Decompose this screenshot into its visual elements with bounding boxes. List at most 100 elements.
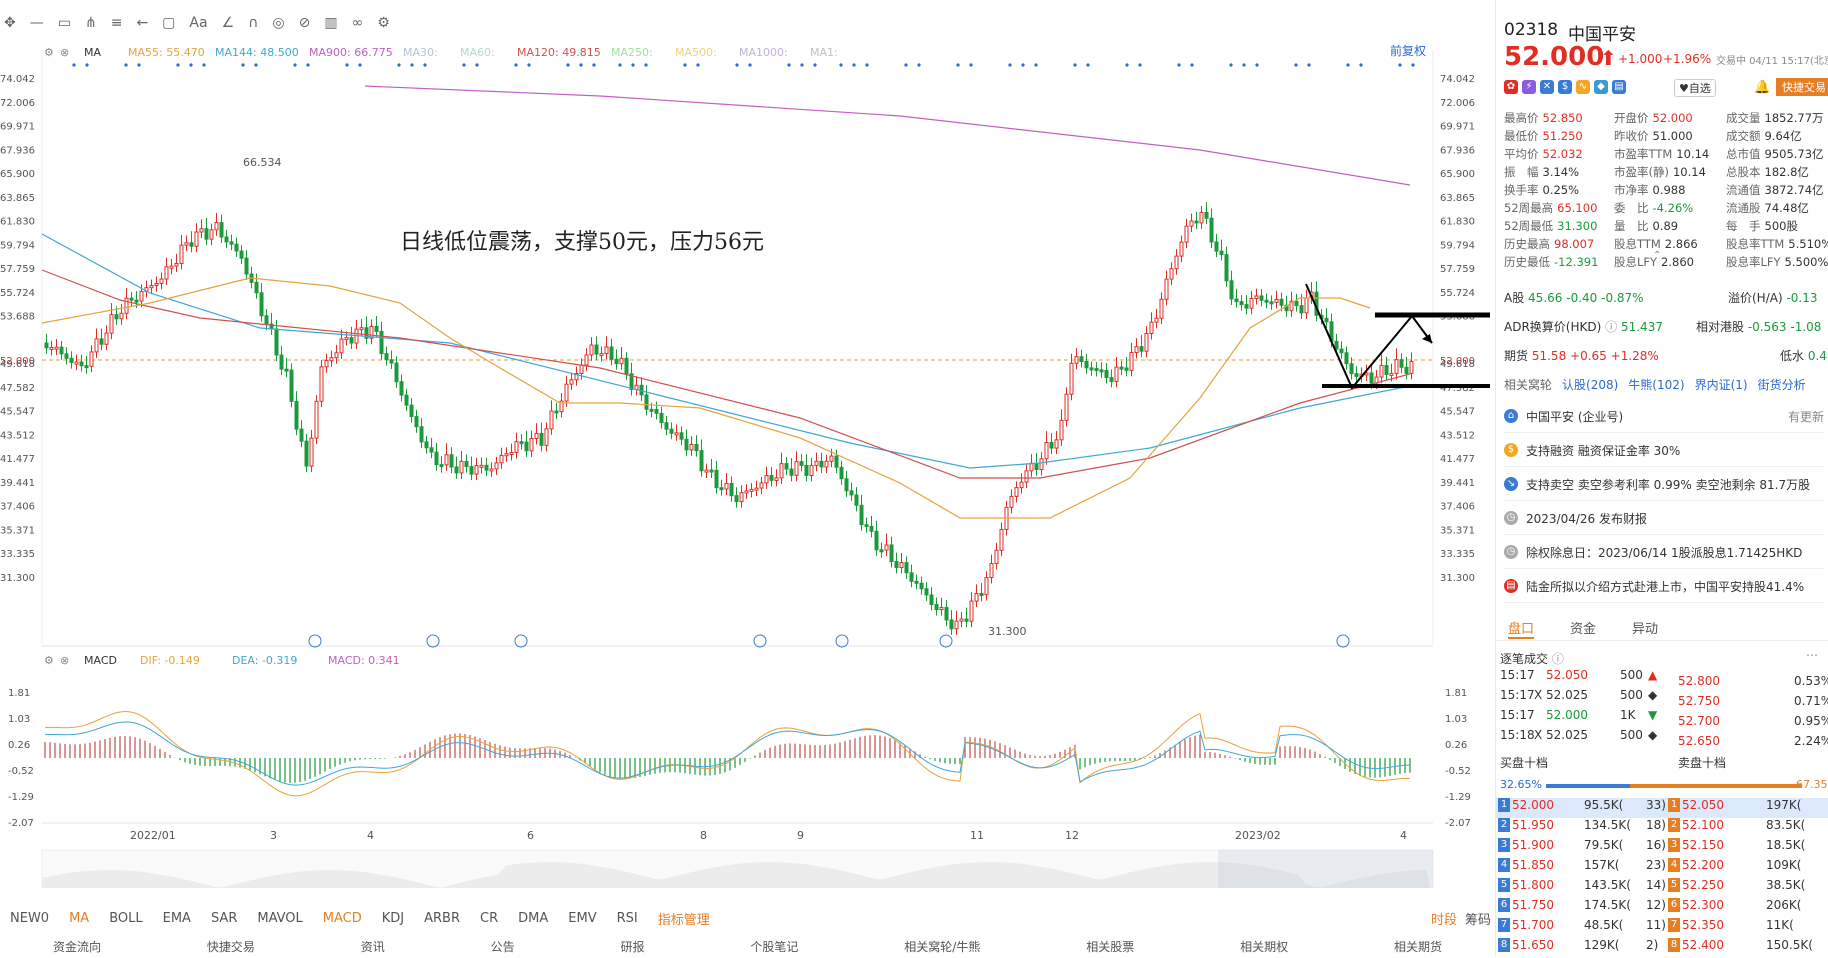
bottom-tab[interactable]: 相关期权 [1240,938,1288,956]
orderbook-row[interactable]: 4 51.850 157K(23) 4 52.200 109K( [1496,858,1828,878]
event-marker[interactable] [308,634,322,648]
indicator-tab-new0[interactable]: NEW0 [0,911,59,926]
info-icon[interactable]: ⓘ [1552,652,1564,666]
related-link[interactable]: 界内证(1) [1695,376,1748,393]
indicator-tab-rsi[interactable]: RSI [607,911,648,926]
trash-icon[interactable]: ▥ [324,15,337,31]
indicator-tab-cr[interactable]: CR [470,911,508,926]
bottom-tab[interactable]: 公告 [491,938,515,956]
related-link[interactable]: 认股(208) [1562,376,1618,393]
candle-body [409,404,414,418]
kline-svg[interactable]: ⚙ ⊗ MA MA55: 55.470 MA144: 48.500 MA900: 66.7… [0,38,1495,888]
close-icon[interactable]: ⊗ [60,46,69,59]
bottom-tab[interactable]: 相关窝轮/牛熊 [904,938,980,956]
panel-tab[interactable]: 资金 [1570,618,1596,639]
chart-mode-0[interactable]: 时段 [1427,909,1461,928]
orderbook-cell: 18.5K( [1766,838,1806,852]
orderbook-row[interactable]: 7 51.700 48.5K(11) 7 52.350 11K( [1496,918,1828,938]
arrow-icon[interactable]: ← [136,15,148,31]
brush-icon[interactable]: ∠ [222,15,235,31]
indicator-tab-boll[interactable]: BOLL [99,911,152,926]
ma-legend-item[interactable]: MA55: 55.470 [128,46,205,59]
overview-window[interactable] [1218,850,1433,888]
magnet-icon[interactable]: ∩ [248,15,258,31]
price-tick-right: 72.006 [1440,98,1475,109]
indicator-tab-kdj[interactable]: KDJ [372,911,414,926]
fib-icon[interactable]: ≡ [111,15,123,31]
info-item[interactable]: ◷ 2023/04/26 发布财报 [1504,502,1824,535]
rect-icon[interactable]: ▭ [58,15,71,31]
info-item[interactable]: ↘ 支持卖空 卖空参考利率 0.99% 卖空池剩余 81.7万股 [1504,468,1824,501]
macd-close-icon[interactable]: ⊗ [60,654,69,667]
event-marker[interactable] [426,634,440,648]
bottom-tab[interactable]: 快捷交易 [207,938,255,956]
orderbook-row[interactable]: 2 51.950 134.5K(18) 2 52.100 83.5K( [1496,818,1828,838]
info-item[interactable]: $ 支持融资 融资保证金率 30% [1504,434,1824,467]
chart-mode-1[interactable]: 筹码 [1461,909,1495,928]
ma-legend-item[interactable]: MA60: [460,46,495,59]
info-item[interactable]: ▤ 陆金所拟以介绍方式赴港上市，中国平安持股41.4% [1504,570,1824,603]
ma-legend-item[interactable]: MA30: [403,46,438,59]
indicator-tab-dma[interactable]: DMA [508,911,558,926]
bottom-tab[interactable]: 相关期货 [1394,938,1442,956]
event-marker[interactable] [753,634,767,648]
ma-legend-item[interactable]: MA120: 49.815 [517,46,601,59]
indicator-tab-emv[interactable]: EMV [558,911,606,926]
text-tool-button[interactable]: Aa [189,15,207,31]
bell-icon[interactable]: 🔔 [1754,80,1770,95]
panel-tab[interactable]: 盘口 [1508,618,1535,639]
chevron-up-icon[interactable]: ⌃ [1653,250,1661,261]
link-icon[interactable]: ∞ [352,15,364,31]
panel-tab[interactable]: 异动 [1632,618,1658,639]
indicator-tab-ema[interactable]: EMA [153,911,201,926]
bottom-tab[interactable]: 资讯 [361,938,385,956]
bottom-tab[interactable]: 个股笔记 [750,938,798,956]
quick-trade-button[interactable]: 快捷交易 [1776,78,1828,96]
bottom-tab[interactable]: 相关股票 [1086,938,1134,956]
eye-icon[interactable]: ⊘ [299,15,311,31]
settings-icon[interactable]: ⚙ [44,46,54,59]
bottom-tab[interactable]: 研报 [621,938,645,956]
line-icon[interactable]: — [30,15,44,31]
orderbook-row[interactable]: 6 51.750 174.5K(12) 6 52.300 206K( [1496,898,1828,918]
indicator-tab-arbr[interactable]: ARBR [414,911,470,926]
ma-legend-item[interactable]: MA900: 66.775 [309,46,393,59]
kline-chart[interactable]: ⚙ ⊗ MA MA55: 55.470 MA144: 48.500 MA900: 66.7… [0,38,1495,888]
bottom-tab[interactable]: 资金流向 [53,938,101,956]
indicator-tab-ma[interactable]: MA [59,911,99,926]
event-marker[interactable] [514,634,528,648]
price-tick-left: 33.335 [0,549,35,560]
info-item[interactable]: ⌂ 中国平安 (企业号) 有更新 [1504,400,1824,433]
ma-legend-item[interactable]: MA1000: [739,46,788,59]
indicator-tab-macd[interactable]: MACD [313,911,372,926]
ma-legend-item[interactable]: MA1: [810,46,838,59]
adjust-mode-button[interactable]: 前复权 [1390,42,1426,59]
move-icon[interactable]: ✥ [4,15,16,31]
orderbook-row[interactable]: 3 51.900 79.5K(16) 3 52.150 18.5K( [1496,838,1828,858]
ma-legend-item[interactable]: MA144: 48.500 [215,46,299,59]
fork-icon[interactable]: ⋔ [85,15,97,31]
related-link[interactable]: 街货分析 [1758,376,1806,393]
orderbook-row[interactable]: 8 51.650 129K(2) 8 52.400 150.5K( [1496,938,1828,958]
related-link[interactable]: 牛熊(102) [1628,376,1684,393]
info-text: 支持融资 融资保证金率 30% [1526,443,1681,458]
macd-settings-icon[interactable]: ⚙ [44,654,54,667]
lock-icon[interactable]: ◎ [272,15,284,31]
indicator-tab-sar[interactable]: SAR [201,911,247,926]
orderbook-row[interactable]: 1 52.000 95.5K(33) 1 52.050 197K( [1496,798,1828,818]
ma-legend-item[interactable]: MA500: [675,46,717,59]
event-marker[interactable] [939,634,953,648]
price-tick-right: 39.441 [1440,478,1475,489]
info-item[interactable]: ◷ 除权除息日：2023/06/14 1股派股息1.71425HKD [1504,536,1824,569]
event-marker[interactable] [1336,634,1350,648]
event-marker[interactable] [835,634,849,648]
indicator-manage-button[interactable]: 指标管理 [648,909,720,928]
more-icon[interactable]: ⋯ [1806,648,1818,662]
info-icon[interactable]: ⓘ [1605,320,1617,334]
orderbook-row[interactable]: 5 51.800 143.5K(14) 5 52.250 38.5K( [1496,878,1828,898]
ma-legend-item[interactable]: MA250: [611,46,653,59]
watchlist-button[interactable]: ♥自选 [1674,79,1716,97]
comment-icon[interactable]: ▢ [162,15,175,31]
gear-icon[interactable]: ⚙ [377,15,390,31]
indicator-tab-mavol[interactable]: MAVOL [247,911,312,926]
